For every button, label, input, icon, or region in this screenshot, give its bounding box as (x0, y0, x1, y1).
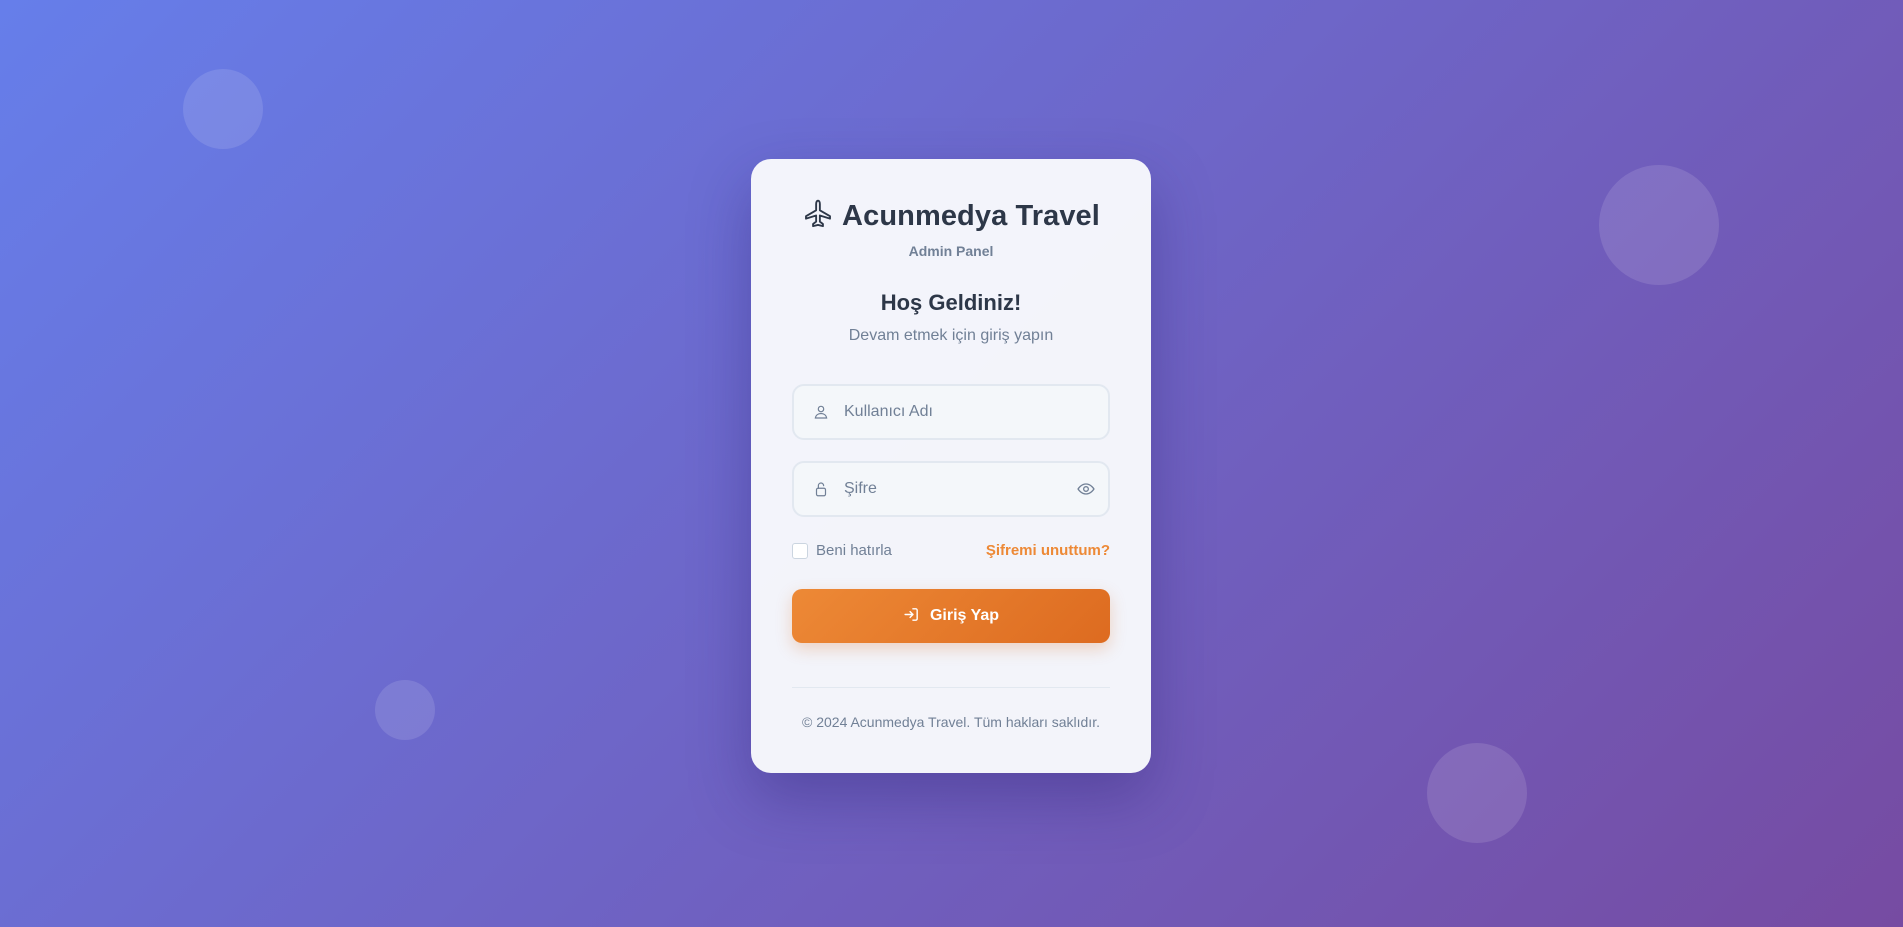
divider (792, 687, 1110, 688)
footer-copyright: © 2024 Acunmedya Travel. Tüm hakları sak… (802, 714, 1100, 730)
brand-subtitle: Admin Panel (908, 243, 994, 259)
decorative-bubble (1599, 165, 1719, 285)
password-input[interactable] (844, 463, 1064, 515)
forgot-password-link[interactable]: Şifremi unuttum? (986, 542, 1110, 559)
password-field (792, 461, 1110, 517)
welcome-subtitle: Devam etmek için giriş yapın (848, 327, 1054, 344)
login-button[interactable]: Giriş Yap (792, 589, 1110, 643)
welcome-title: Hoş Geldiniz! (880, 290, 1022, 315)
lock-icon (812, 480, 830, 498)
eye-icon[interactable] (1076, 479, 1096, 499)
decorative-bubble (375, 680, 435, 740)
decorative-bubble (1427, 743, 1527, 843)
decorative-bubble (183, 69, 263, 149)
brand-title: Acunmedya Travel (842, 200, 1100, 232)
remember-checkbox[interactable] (792, 542, 808, 559)
brand-header: Acunmedya Travel (751, 198, 1151, 235)
sign-in-icon (903, 606, 920, 626)
user-icon (812, 403, 830, 421)
remember-me[interactable]: Beni hatırla (792, 542, 892, 559)
remember-label: Beni hatırla (816, 542, 892, 559)
login-card: Acunmedya Travel Admin Panel Hoş Geldini… (751, 159, 1151, 773)
username-field (792, 384, 1110, 440)
airplane-icon (802, 198, 834, 235)
login-button-label: Giriş Yap (929, 607, 1000, 624)
username-input[interactable] (844, 386, 1064, 438)
